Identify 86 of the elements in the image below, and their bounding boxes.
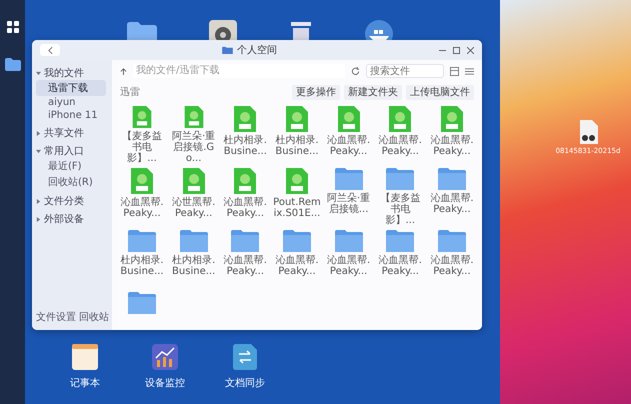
folder-icon[interactable] [128, 292, 156, 314]
folder-icon[interactable] [127, 22, 157, 40]
notepad-icon[interactable] [72, 344, 98, 370]
folder-icon[interactable] [180, 230, 208, 252]
app-label: 记事本 [70, 376, 100, 390]
close-icon[interactable] [467, 46, 474, 54]
android-file-icon[interactable] [440, 106, 463, 132]
chevron-left-icon [48, 46, 52, 54]
android-file-icon[interactable] [182, 168, 205, 194]
file-name[interactable]: 沁血黑帮.Peaky... [376, 135, 424, 157]
search-field[interactable]: 搜索文件 [366, 64, 444, 78]
file-name[interactable]: 沁血黑帮.Peaky... [324, 255, 373, 277]
app-grid-icon[interactable] [6, 20, 20, 34]
section-label[interactable]: 外部设备 [44, 212, 84, 226]
folder-icon[interactable] [386, 168, 414, 190]
caret-icon[interactable] [36, 198, 41, 204]
folder-icon[interactable] [334, 168, 363, 190]
file-name[interactable]: 沁血黑帮.Peaky... [118, 197, 166, 219]
file-name[interactable]: 沁血黑帮.Peaky... [428, 135, 476, 157]
app-label: 设备监控 [145, 377, 185, 390]
back-button[interactable] [40, 44, 60, 56]
caret-icon[interactable] [36, 216, 41, 222]
file-name[interactable]: 沁血黑帮.Peaky... [324, 135, 373, 157]
footer-link[interactable]: 文件设置 [36, 310, 76, 324]
file-name[interactable]: 杜内相录.Busine... [272, 135, 321, 157]
folder-icon[interactable] [231, 230, 260, 252]
sync-icon[interactable] [233, 344, 257, 370]
caret-icon[interactable] [36, 130, 41, 136]
folder-label: 迅雷 [120, 86, 141, 99]
action-button[interactable]: 更多操作 [292, 84, 340, 100]
section-label[interactable]: 常用入口 [44, 144, 84, 158]
folder-icon[interactable] [438, 168, 466, 190]
file-name[interactable]: 杜内相录.Busine... [118, 255, 166, 277]
file-name[interactable]: 阿兰朵·重启接镜.Go... [170, 131, 218, 164]
sidebar-item[interactable]: 最近(F) [36, 158, 106, 174]
file-name[interactable]: 【麦多益书电影】... [118, 131, 166, 164]
sort-icon[interactable] [465, 66, 474, 76]
android-file-icon[interactable] [182, 106, 205, 128]
android-file-icon[interactable] [131, 168, 153, 194]
folder-icon[interactable] [438, 230, 466, 252]
file-name[interactable]: 沁世黑帮.Peaky... [170, 197, 218, 219]
sidebar-item[interactable]: aiyun [36, 96, 106, 109]
window-title: 个人空间 [237, 44, 277, 57]
file-name[interactable]: 【麦多益书电影】... [376, 193, 424, 226]
folder-icon[interactable] [386, 230, 414, 252]
sidebar-item[interactable]: 回收站(R) [36, 174, 106, 190]
android-file-icon[interactable] [286, 106, 308, 132]
file-name[interactable]: 杜内相录.Busine... [170, 255, 218, 277]
caret-icon[interactable] [36, 70, 41, 76]
footer-link[interactable]: 回收站 [79, 310, 109, 324]
section-label[interactable]: 共享文件 [44, 126, 84, 140]
file-name[interactable]: 杜内相录.Busine... [221, 135, 270, 157]
chart-icon[interactable] [152, 344, 178, 370]
file-name[interactable]: 阿兰朵·重启接镜... [324, 193, 373, 215]
file-name[interactable]: 沁血黑帮.Peaky... [428, 193, 476, 215]
file-name[interactable]: 沁血黑帮.Peaky... [428, 255, 476, 277]
android-file-icon[interactable] [389, 106, 412, 132]
section-label[interactable]: 我的文件 [44, 66, 84, 80]
android-file-icon[interactable] [234, 168, 256, 194]
arrow-up-icon[interactable] [120, 68, 127, 74]
file-name[interactable]: 沁血黑帮.Peaky... [376, 255, 424, 277]
folder-icon [222, 46, 233, 54]
sidebar-item[interactable]: iPhone 11 [36, 109, 106, 122]
folder-icon[interactable] [282, 230, 311, 252]
file-icon[interactable] [578, 120, 598, 144]
maximize-icon[interactable] [453, 46, 460, 54]
caret-icon[interactable] [36, 148, 41, 154]
android-file-icon[interactable] [234, 106, 256, 132]
action-button[interactable]: 新建文件夹 [344, 84, 402, 100]
android-file-icon[interactable] [338, 106, 360, 132]
file-name[interactable]: 沁血黑帮.Peaky... [221, 255, 270, 277]
folder-icon[interactable] [334, 230, 363, 252]
view-icon[interactable] [450, 66, 459, 76]
action-button[interactable]: 上传电脑文件 [406, 84, 474, 100]
android-file-icon[interactable] [286, 168, 308, 194]
android-file-icon[interactable] [131, 106, 153, 128]
app-label: 文档同步 [225, 376, 265, 390]
file-name[interactable]: 沁血黑帮.Peaky... [221, 197, 270, 219]
refresh-icon[interactable] [351, 66, 360, 76]
trash-icon[interactable] [289, 22, 313, 40]
folder-icon[interactable] [128, 230, 156, 252]
file-name[interactable]: 沁血黑帮.Peaky... [272, 255, 321, 277]
file-name[interactable]: Pout.Remix.S01E... [272, 197, 321, 219]
sidebar-item[interactable]: 迅雷下载 [36, 80, 106, 96]
folder-icon[interactable] [4, 58, 20, 71]
section-label[interactable]: 文件分类 [44, 194, 84, 208]
